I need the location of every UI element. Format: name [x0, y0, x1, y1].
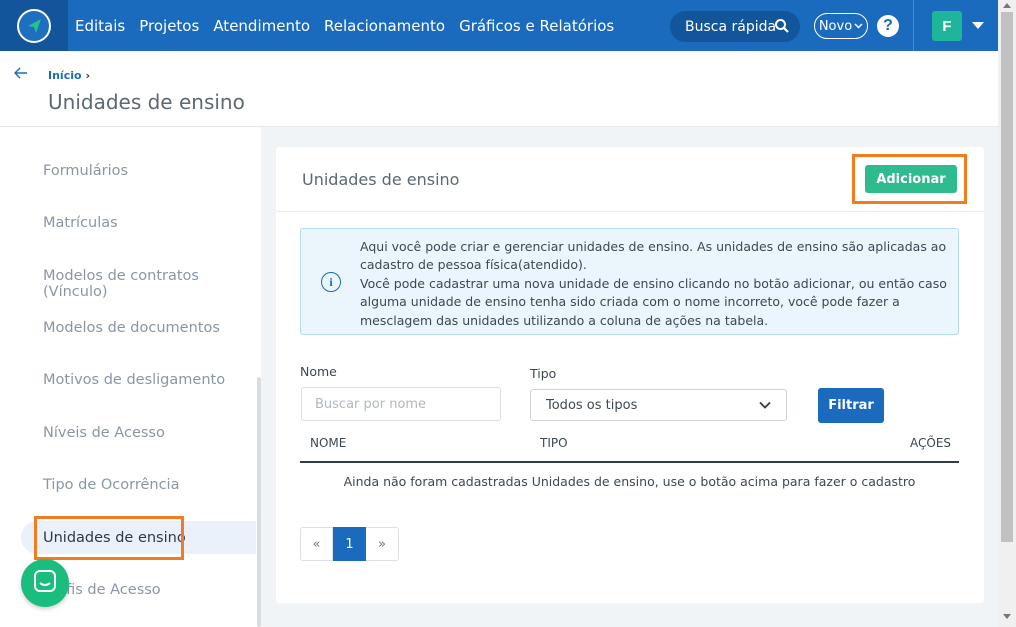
info-alert: i Aqui você pode criar e gerenciar unida…	[300, 228, 959, 335]
highlight-box-sidebar	[34, 516, 184, 560]
navbar-divider	[913, 0, 914, 51]
sidebar-scrollbar[interactable]	[257, 377, 261, 627]
pagination-page-1[interactable]: 1	[333, 527, 366, 561]
tipo-select-value: Todos os tipos	[546, 397, 638, 413]
page-title: Unidades de ensino	[48, 90, 245, 114]
table-empty-message: Ainda não foram cadastradas Unidades de …	[343, 474, 916, 489]
nav-editais[interactable]: Editais	[75, 17, 125, 35]
breadcrumb-chevron-icon: ›	[85, 69, 91, 82]
pagination-prev[interactable]: «	[300, 527, 333, 561]
page-header: Início › Unidades de ensino	[0, 51, 998, 127]
column-header-nome[interactable]: NOME	[310, 436, 346, 450]
card-title: Unidades de ensino	[302, 170, 460, 189]
pagination-next[interactable]: »	[366, 527, 399, 561]
sidebar-item-formularios[interactable]: Formulários	[43, 163, 128, 179]
column-header-tipo[interactable]: TIPO	[540, 436, 568, 450]
scroll-up-arrow-icon[interactable]	[1003, 3, 1011, 8]
novo-label: Novo	[818, 18, 853, 34]
info-icon: i	[321, 272, 341, 292]
pagination: « 1 »	[300, 527, 399, 561]
sidebar-item-motivos-desligamento[interactable]: Motivos de desligamento	[43, 372, 225, 388]
sidebar-item-niveis-acesso[interactable]: Níveis de Acesso	[43, 425, 165, 441]
card-divider	[276, 211, 984, 212]
nav-graficos-relatorios[interactable]: Gráficos e Relatórios	[459, 17, 614, 35]
tipo-select[interactable]: Todos os tipos	[530, 389, 787, 421]
quick-search[interactable]: Busca rápida	[670, 11, 800, 42]
user-avatar[interactable]: F	[932, 11, 962, 41]
chat-widget-button[interactable]	[21, 559, 69, 607]
scroll-down-arrow-icon[interactable]	[1003, 614, 1011, 619]
nome-search-input[interactable]: Buscar por nome	[301, 387, 501, 421]
tipo-label: Tipo	[530, 366, 557, 381]
nav-relacionamento[interactable]: Relacionamento	[324, 17, 445, 35]
main-card: Unidades de ensino Adicionar i Aqui você…	[276, 147, 984, 603]
logo-icon	[17, 8, 51, 43]
breadcrumb: Início ›	[48, 69, 90, 82]
window-scrollbar[interactable]	[998, 0, 1016, 627]
sidebar-item-modelos-contratos[interactable]: Modelos de contratos (Vínculo)	[43, 268, 261, 300]
chevron-down-icon	[758, 398, 772, 416]
add-button[interactable]: Adicionar	[865, 165, 957, 193]
nome-label: Nome	[300, 364, 337, 379]
back-arrow-icon[interactable]	[14, 64, 28, 84]
search-icon	[774, 18, 790, 38]
breadcrumb-inicio[interactable]: Início	[48, 69, 82, 82]
user-menu-caret-icon[interactable]	[972, 22, 984, 29]
column-header-acoes: AÇÕES	[910, 436, 952, 450]
sidebar-item-matriculas[interactable]: Matrículas	[43, 215, 118, 231]
sidebar-item-tipo-ocorrencia[interactable]: Tipo de Ocorrência	[43, 477, 179, 493]
app-logo[interactable]	[0, 0, 68, 51]
chevron-down-icon	[854, 19, 863, 34]
quick-search-label: Busca rápida	[685, 18, 777, 35]
novo-dropdown-button[interactable]: Novo	[814, 13, 868, 39]
nav-atendimento[interactable]: Atendimento	[213, 17, 310, 35]
table-header-rule	[300, 461, 959, 463]
sidebar-item-modelos-documentos[interactable]: Modelos de documentos	[43, 320, 220, 336]
scrollbar-thumb[interactable]	[1001, 12, 1013, 542]
help-icon[interactable]: ?	[877, 15, 899, 37]
filter-button[interactable]: Filtrar	[818, 388, 884, 423]
top-navbar: Editais Projetos Atendimento Relacioname…	[0, 0, 998, 51]
nav-projetos[interactable]: Projetos	[139, 17, 199, 35]
settings-sidebar: Formulários Matrículas Modelos de contra…	[0, 127, 261, 627]
chat-icon	[33, 569, 57, 598]
info-text: Aqui você pode criar e gerenciar unidade…	[360, 239, 947, 328]
main-nav: Editais Projetos Atendimento Relacioname…	[75, 0, 614, 51]
